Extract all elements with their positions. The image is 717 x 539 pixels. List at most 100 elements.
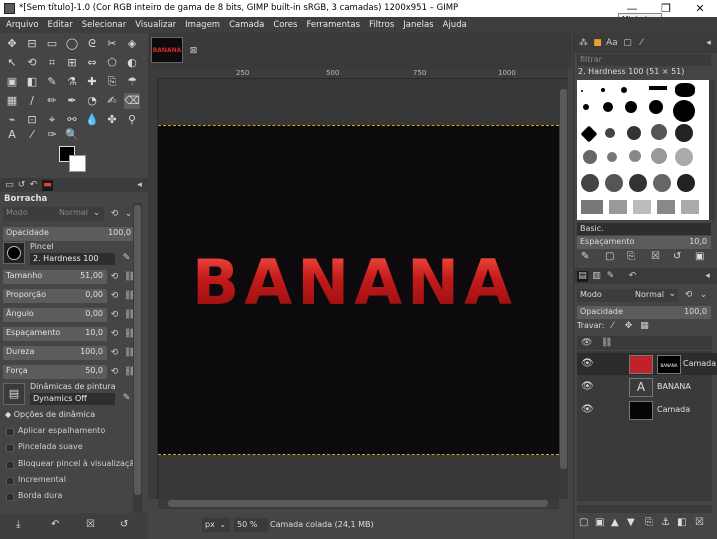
brush-filter-input[interactable]: filtrar xyxy=(577,54,711,66)
lock-position-icon[interactable]: ✥ xyxy=(623,321,634,332)
checkbox-incremental[interactable] xyxy=(6,477,14,485)
warp-tool-icon[interactable]: ↖ xyxy=(4,55,20,71)
history-tab-icon[interactable]: ↶ xyxy=(627,271,638,282)
menu-editar[interactable]: Editar xyxy=(48,20,73,30)
raise-layer-icon[interactable]: ▲ xyxy=(611,517,619,528)
mode-dropdown[interactable]: Modo Normal ⌄ xyxy=(3,207,104,221)
clone-tool-icon[interactable]: ⎘ xyxy=(104,74,120,90)
grid-tool-icon[interactable]: ▦ xyxy=(4,93,20,109)
reset-options-icon[interactable]: ↺ xyxy=(120,519,128,530)
background-color-swatch[interactable] xyxy=(69,155,86,172)
documents-tab-icon[interactable]: ▢ xyxy=(622,38,633,49)
paths-tool-icon[interactable]: ✎ xyxy=(44,74,60,90)
brush-24[interactable] xyxy=(653,174,671,192)
tab-menu-icon[interactable]: ◂ xyxy=(703,38,714,49)
opacity-slider[interactable]: Opacidade 100,0 xyxy=(3,227,135,241)
mask-layer-icon[interactable]: ◧ xyxy=(677,517,686,528)
layer-row[interactable]: 👁 A BANANA xyxy=(577,376,717,398)
lock-alpha-icon[interactable]: ▦ xyxy=(639,321,650,332)
smudge-alt-icon[interactable]: ⚲ xyxy=(124,112,140,128)
close-tab-icon[interactable]: ⊠ xyxy=(188,46,199,57)
reset-force-icon[interactable]: ⟲ xyxy=(109,367,120,378)
brush-9[interactable] xyxy=(649,100,663,114)
reset-mode-icon[interactable]: ⟲ xyxy=(109,209,120,220)
brush-28[interactable] xyxy=(633,200,651,214)
brush-15[interactable] xyxy=(675,124,693,142)
reset-spacing-icon[interactable]: ⟲ xyxy=(109,329,120,340)
menu-selecionar[interactable]: Selecionar xyxy=(82,20,127,30)
brush-1[interactable] xyxy=(581,90,583,92)
image-tab-thumbnail[interactable]: BANANA xyxy=(151,37,183,63)
crop-tool-icon[interactable]: ⌗ xyxy=(44,55,60,71)
layer-mode-dropdown[interactable]: Modo Normal ⌄ xyxy=(577,289,678,302)
move-tool-icon[interactable]: ✥ xyxy=(4,36,20,52)
brush-11[interactable] xyxy=(580,125,598,143)
menu-ajuda[interactable]: Ajuda xyxy=(443,20,467,30)
warp-transform-icon[interactable]: ⚯ xyxy=(64,112,80,128)
close-button[interactable]: ✕ xyxy=(683,0,717,17)
brush-19[interactable] xyxy=(651,148,667,164)
brush-14[interactable] xyxy=(651,124,667,140)
tool-options-tab-icon[interactable]: ▭ xyxy=(4,180,15,191)
new-layer-icon[interactable]: ▢ xyxy=(579,517,588,528)
brush-17[interactable] xyxy=(607,152,617,162)
text-tool-icon[interactable]: A xyxy=(4,127,20,143)
brush-8[interactable] xyxy=(625,101,637,113)
delete-layer-icon[interactable]: ☒ xyxy=(695,517,704,528)
brush-7[interactable] xyxy=(603,102,613,112)
layers-tab-icon[interactable]: ▤ xyxy=(577,271,588,282)
menu-ferramentas[interactable]: Ferramentas xyxy=(306,20,360,30)
eye-icon[interactable]: 👁 xyxy=(581,381,594,392)
brush-12[interactable] xyxy=(605,128,615,138)
brushes-tab-icon[interactable]: ⁂ xyxy=(578,38,589,49)
menu-janelas[interactable]: Janelas xyxy=(403,20,433,30)
brush-20[interactable] xyxy=(675,148,693,166)
unit-dropdown[interactable]: px ⌄ xyxy=(202,518,230,532)
sharpen-tool-icon[interactable]: ✤ xyxy=(104,112,120,128)
brush-27[interactable] xyxy=(609,200,627,214)
brush-4[interactable] xyxy=(649,86,667,90)
dynamics-icon[interactable]: ▤ xyxy=(3,383,25,405)
force-slider[interactable]: Força 50,0 xyxy=(3,365,107,379)
blur-tool-icon[interactable]: ⌁ xyxy=(4,112,20,128)
options-scrollbar[interactable] xyxy=(133,203,142,513)
select-by-color-icon[interactable]: ◈ xyxy=(124,36,140,52)
edit-brush-action-icon[interactable]: ✎ xyxy=(581,251,589,262)
brush-26[interactable] xyxy=(581,200,603,214)
brush-16[interactable] xyxy=(583,150,597,164)
new-group-icon[interactable]: ▣ xyxy=(595,517,604,528)
ellipse-select-icon[interactable]: ◯ xyxy=(64,36,80,52)
undo-history-tab-icon[interactable]: ↶ xyxy=(28,180,39,191)
menu-imagem[interactable]: Imagem xyxy=(185,20,220,30)
lasso-icon[interactable]: ᘓ xyxy=(84,36,100,52)
menu-arquivo[interactable]: Arquivo xyxy=(6,20,39,30)
brush-as-image-icon[interactable]: ▣ xyxy=(695,251,704,262)
dynamics-options-expander[interactable]: ◆ Opções de dinâmica xyxy=(5,410,95,419)
menu-visualizar[interactable]: Visualizar xyxy=(135,20,176,30)
reset-hardness-icon[interactable]: ⟲ xyxy=(109,348,120,359)
checkbox-hard-edge[interactable] xyxy=(6,493,14,501)
eye-icon[interactable]: 👁 xyxy=(581,404,594,415)
dodge-tool-icon[interactable]: ⊡ xyxy=(24,112,40,128)
spacing-slider[interactable]: Espaçamento 10,0 xyxy=(3,327,107,341)
cage-tool-icon[interactable]: ⬠ xyxy=(104,55,120,71)
measure-tool-icon[interactable]: ⌖ xyxy=(44,112,60,128)
brush-5[interactable] xyxy=(675,83,695,97)
vertical-ruler[interactable] xyxy=(148,79,158,499)
zoom-dropdown[interactable]: 50 % ⌄ xyxy=(234,518,268,539)
heal-tool-icon[interactable]: ✚ xyxy=(84,74,100,90)
images-tab-icon[interactable]: ▬ xyxy=(42,180,53,191)
eraser-tool-icon[interactable]: ⌫ xyxy=(124,93,140,109)
canvas-horizontal-scrollbar[interactable] xyxy=(158,499,559,509)
brush-grid[interactable] xyxy=(577,80,709,220)
image-canvas[interactable]: BANANA xyxy=(158,125,559,455)
brush-6[interactable] xyxy=(583,104,589,110)
ruler-corner[interactable] xyxy=(148,69,158,79)
size-slider[interactable]: Tamanho 51,00 xyxy=(3,270,107,284)
smudge-tool-icon[interactable]: ☂ xyxy=(124,74,140,90)
edit-dynamics-icon[interactable]: ✎ xyxy=(121,393,132,404)
brush-10[interactable] xyxy=(673,100,695,122)
edit-brush-icon[interactable]: ✎ xyxy=(121,253,132,264)
eye-icon[interactable]: 👁 xyxy=(581,358,594,369)
duplicate-brush-icon[interactable]: ⎘ xyxy=(627,251,635,262)
